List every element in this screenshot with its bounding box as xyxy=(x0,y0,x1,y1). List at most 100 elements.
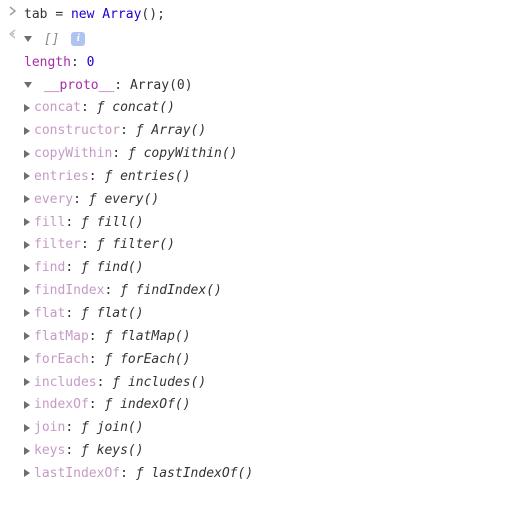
colon: : xyxy=(81,237,97,252)
expand-caret-icon[interactable] xyxy=(24,195,30,203)
method-name: includes xyxy=(34,375,97,390)
method-name: concat xyxy=(34,100,81,115)
method-name: forEach xyxy=(34,352,89,367)
expand-caret-icon[interactable] xyxy=(24,150,30,158)
function-signature: join() xyxy=(97,420,144,435)
method-name: indexOf xyxy=(34,397,89,412)
method-name: filter xyxy=(34,237,81,252)
function-signature: flat() xyxy=(97,306,144,321)
proto-method-row[interactable]: forEach: ƒ forEach() xyxy=(24,349,522,372)
function-signature: keys() xyxy=(97,443,144,458)
proto-property[interactable]: __proto__: Array(0) xyxy=(24,75,522,98)
function-signature: fill() xyxy=(97,215,144,230)
method-name: keys xyxy=(34,443,65,458)
length-property[interactable]: length: 0 xyxy=(24,52,522,75)
function-f-glyph: ƒ xyxy=(97,237,113,252)
colon: : xyxy=(65,215,81,230)
method-name: constructor xyxy=(34,123,120,138)
assign-op: = xyxy=(55,7,63,22)
colon: : xyxy=(97,375,113,390)
colon: : xyxy=(89,169,105,184)
expand-caret-icon[interactable] xyxy=(24,287,30,295)
function-f-glyph: ƒ xyxy=(81,215,97,230)
expand-caret-icon[interactable] xyxy=(24,36,32,42)
function-signature: lastIndexOf() xyxy=(151,466,253,481)
expand-caret-icon[interactable] xyxy=(24,424,30,432)
proto-method-row[interactable]: includes: ƒ includes() xyxy=(24,372,522,395)
expand-caret-icon[interactable] xyxy=(24,218,30,226)
expand-caret-icon[interactable] xyxy=(24,82,32,88)
function-signature: entries() xyxy=(120,169,190,184)
method-name: find xyxy=(34,260,65,275)
function-signature: Array() xyxy=(151,123,206,138)
expand-caret-icon[interactable] xyxy=(24,104,30,112)
function-signature: every() xyxy=(104,192,159,207)
colon: : xyxy=(89,329,105,344)
expand-caret-icon[interactable] xyxy=(24,401,30,409)
console-input-code[interactable]: tab = new Array(); xyxy=(24,6,522,25)
proto-method-row[interactable]: join: ƒ join() xyxy=(24,417,522,440)
expand-caret-icon[interactable] xyxy=(24,127,30,135)
function-signature: find() xyxy=(97,260,144,275)
proto-method-row[interactable]: entries: ƒ entries() xyxy=(24,166,522,189)
method-name: flat xyxy=(34,306,65,321)
proto-method-row[interactable]: every: ƒ every() xyxy=(24,189,522,212)
function-signature: flatMap() xyxy=(120,329,190,344)
method-name: every xyxy=(34,192,73,207)
function-f-glyph: ƒ xyxy=(112,375,128,390)
proto-method-row[interactable]: keys: ƒ keys() xyxy=(24,440,522,463)
console-output-row: [] i length: 0 __proto__: Array(0) conca… xyxy=(0,27,530,488)
expand-caret-icon[interactable] xyxy=(24,378,30,386)
method-name: join xyxy=(34,420,65,435)
proto-method-row[interactable]: flat: ƒ flat() xyxy=(24,303,522,326)
colon: : xyxy=(65,306,81,321)
proto-method-row[interactable]: lastIndexOf: ƒ lastIndexOf() xyxy=(24,463,522,486)
function-signature: forEach() xyxy=(120,352,190,367)
info-icon[interactable]: i xyxy=(71,32,85,46)
proto-method-row[interactable]: fill: ƒ fill() xyxy=(24,212,522,235)
expand-caret-icon[interactable] xyxy=(24,264,30,272)
result-array-root[interactable]: [] i xyxy=(24,29,522,52)
function-f-glyph: ƒ xyxy=(104,329,120,344)
output-prompt-icon xyxy=(8,29,24,39)
expand-caret-icon[interactable] xyxy=(24,469,30,477)
new-keyword: new xyxy=(71,7,94,22)
proto-method-row[interactable]: concat: ƒ concat() xyxy=(24,97,522,120)
function-signature: filter() xyxy=(112,237,175,252)
function-signature: findIndex() xyxy=(136,283,222,298)
function-f-glyph: ƒ xyxy=(136,123,152,138)
expand-caret-icon[interactable] xyxy=(24,309,30,317)
colon: : xyxy=(65,260,81,275)
proto-method-row[interactable]: copyWithin: ƒ copyWithin() xyxy=(24,143,522,166)
colon: : xyxy=(65,443,81,458)
prop-key: __proto__ xyxy=(44,78,114,93)
expand-caret-icon[interactable] xyxy=(24,332,30,340)
function-f-glyph: ƒ xyxy=(104,352,120,367)
expand-caret-icon[interactable] xyxy=(24,172,30,180)
proto-method-row[interactable]: find: ƒ find() xyxy=(24,257,522,280)
array-preview: [] xyxy=(44,32,60,47)
proto-method-row[interactable]: flatMap: ƒ flatMap() xyxy=(24,326,522,349)
expand-caret-icon[interactable] xyxy=(24,447,30,455)
proto-method-row[interactable]: filter: ƒ filter() xyxy=(24,234,522,257)
method-name: fill xyxy=(34,215,65,230)
function-f-glyph: ƒ xyxy=(104,397,120,412)
proto-method-row[interactable]: findIndex: ƒ findIndex() xyxy=(24,280,522,303)
method-name: lastIndexOf xyxy=(34,466,120,481)
method-name: findIndex xyxy=(34,283,104,298)
console-input-row: tab = new Array(); xyxy=(0,4,530,27)
proto-method-row[interactable]: indexOf: ƒ indexOf() xyxy=(24,394,522,417)
input-prompt-icon xyxy=(8,6,24,16)
function-signature: includes() xyxy=(128,375,206,390)
expand-caret-icon[interactable] xyxy=(24,355,30,363)
colon: : xyxy=(120,123,136,138)
colon: : xyxy=(120,466,136,481)
proto-method-row[interactable]: constructor: ƒ Array() xyxy=(24,120,522,143)
prop-value: 0 xyxy=(87,55,95,70)
function-f-glyph: ƒ xyxy=(120,283,136,298)
function-f-glyph: ƒ xyxy=(81,443,97,458)
method-name: flatMap xyxy=(34,329,89,344)
expand-caret-icon[interactable] xyxy=(24,241,30,249)
function-f-glyph: ƒ xyxy=(136,466,152,481)
prop-key: length xyxy=(24,55,71,70)
